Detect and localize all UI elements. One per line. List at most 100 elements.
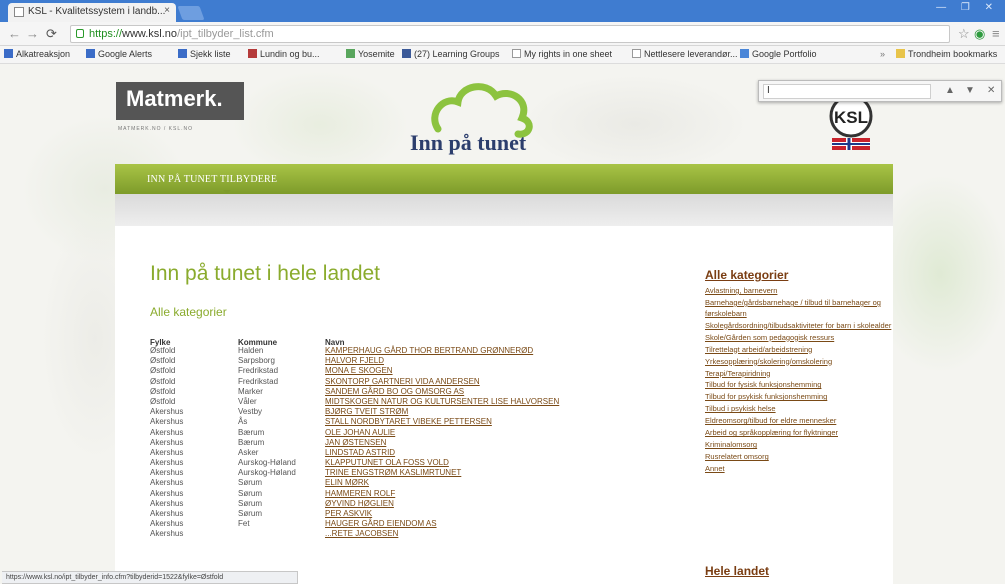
bookmark-item[interactable]: Google Portfolio	[740, 49, 817, 59]
bookmark-item[interactable]: Yosemite	[346, 49, 395, 59]
bookmark-item[interactable]: Google Alerts	[86, 49, 152, 59]
sidebar-title-region[interactable]: Hele landet	[705, 564, 769, 578]
bookmark-icon	[86, 49, 95, 58]
page-icon	[512, 49, 521, 58]
provider-link[interactable]: BJØRG TVEIT STRØM	[325, 407, 408, 417]
provider-link[interactable]: ØYVIND HØGLIEN	[325, 499, 394, 509]
cell-kommune: Sørum	[238, 478, 262, 488]
bookmark-item[interactable]: Sjekk liste	[178, 49, 231, 59]
cell-kommune: Vestby	[238, 407, 263, 417]
table-row: Akershus Sørum HAMMEREN ROLF	[150, 489, 630, 499]
bookmark-item[interactable]: Nettlesere leverandør...	[632, 49, 738, 59]
sidebar-category-link[interactable]: Skole/Gården som pedagogisk ressurs	[705, 333, 895, 344]
table-row: Akershus Bærum OLE JOHAN AULIE	[150, 428, 630, 438]
cell-kommune: Våler	[238, 396, 257, 406]
cell-fylke: Akershus	[150, 447, 184, 457]
main-nav: INN PÅ TUNET TILBYDERE	[115, 164, 893, 194]
find-in-page-bar: I ▲ ▼ ✕	[758, 80, 1002, 102]
browser-tab[interactable]: KSL - Kvalitetssystem i landb... ×	[8, 3, 176, 22]
sidebar-category-link[interactable]: Avlastning, barnevern	[705, 286, 895, 297]
forward-arrow-icon[interactable]: →	[26, 26, 39, 41]
provider-link[interactable]: LINDSTAD ASTRID	[325, 448, 395, 458]
url-host: www.ksl.no	[122, 28, 178, 40]
sidebar-category-link[interactable]: Arbeid og språkopplæring for flyktninger	[705, 428, 895, 439]
back-arrow-icon[interactable]: ←	[8, 26, 21, 41]
lock-icon	[76, 29, 84, 38]
cell-fylke: Østfold	[150, 346, 176, 355]
bookmark-star-icon[interactable]: ☆	[958, 26, 970, 42]
cell-fylke: Akershus	[150, 478, 184, 488]
sidebar-category-link[interactable]: Barnehage/gårdsbarnehage / tilbud til ba…	[705, 298, 895, 319]
provider-link[interactable]: SANDEM GÅRD BO OG OMSORG AS	[325, 387, 464, 397]
provider-link[interactable]: TRINE ENGSTRØM KASLIMRTUNET	[325, 468, 461, 478]
cell-kommune: Sørum	[238, 488, 262, 498]
bookmark-item[interactable]: My rights in one sheet	[512, 49, 612, 59]
bookmark-item[interactable]: Trondheim bookmarks	[896, 49, 997, 59]
provider-link[interactable]: PER ASKVIK	[325, 509, 372, 519]
browser-toolbar: ← → ⟳ https://www.ksl.no/ipt_tilbyder_li…	[0, 22, 1005, 46]
sidebar-category-link[interactable]: Yrkesopplæring/skolering/omskolering	[705, 357, 895, 368]
bookmarks-bar: Alkatreaksjon Google Alerts Sjekk liste …	[0, 46, 1005, 64]
sidebar-category-link[interactable]: Eldreomsorg/tilbud for eldre mennesker	[705, 416, 895, 427]
provider-link[interactable]: HAUGER GÅRD EIENDOM AS	[325, 519, 437, 529]
provider-link[interactable]: ...RETE JACOBSEN	[325, 529, 398, 539]
bookmarks-overflow-icon[interactable]: »	[880, 49, 885, 59]
reload-icon[interactable]: ⟳	[46, 26, 57, 42]
cell-fylke: Akershus	[150, 437, 184, 447]
sidebar-category-link[interactable]: Tilbud for psykisk funksjonshemming	[705, 392, 895, 403]
cell-kommune: Sørum	[238, 498, 262, 508]
tab-close-icon[interactable]: ×	[164, 5, 170, 16]
sidebar-category-link[interactable]: Tilrettelagt arbeid/arbeidstrening	[705, 345, 895, 356]
provider-link[interactable]: ELIN MØRK	[325, 478, 369, 488]
bookmark-item[interactable]: (27) Learning Groups	[402, 49, 500, 59]
cell-fylke: Østfold	[150, 396, 176, 406]
sidebar-category-link[interactable]: Kriminalomsorg	[705, 440, 895, 451]
table-row: Akershus Asker LINDSTAD ASTRID	[150, 448, 630, 458]
find-input[interactable]: I	[763, 84, 931, 99]
provider-link[interactable]: KAMPERHAUG GÅRD THOR BERTRAND GRØNNERØD	[325, 346, 533, 356]
matmerk-logo[interactable]: Matmerk.	[116, 82, 244, 120]
cell-fylke: Akershus	[150, 458, 184, 468]
sidebar-category-link[interactable]: Tilbud i psykisk helse	[705, 404, 895, 415]
bookmark-icon	[346, 49, 355, 58]
sidebar-category-link[interactable]: Annet	[705, 464, 895, 475]
nav-link-tilbydere[interactable]: INN PÅ TUNET TILBYDERE	[147, 174, 277, 185]
page-favicon-icon	[14, 7, 24, 17]
browser-tab-bar: KSL - Kvalitetssystem i landb... × — ❐ ✕	[0, 0, 1005, 22]
provider-link[interactable]: MIDTSKOGEN NATUR OG KULTURSENTER LISE HA…	[325, 397, 559, 407]
address-bar[interactable]: https://www.ksl.no/ipt_tilbyder_list.cfm	[70, 25, 950, 43]
menu-icon[interactable]: ≡	[992, 26, 1000, 41]
provider-link[interactable]: OLE JOHAN AULIE	[325, 428, 395, 438]
bookmark-item[interactable]: Lundin og bu...	[248, 49, 320, 59]
table-row: Akershus ...RETE JACOBSEN	[150, 529, 630, 539]
sidebar-category-link[interactable]: Terapi/Terapiridning	[705, 369, 895, 380]
cell-kommune: Fredrikstad	[238, 366, 279, 376]
table-row: Østfold Marker SANDEM GÅRD BO OG OMSORG AS	[150, 387, 630, 397]
new-tab-button[interactable]	[177, 6, 205, 20]
sidebar-category-link[interactable]: Tilbud for fysisk funksjonshemming	[705, 380, 895, 391]
sidebar-category-link[interactable]: Skolegårdsordning/tilbudsaktiviteter for…	[705, 321, 895, 332]
window-controls[interactable]: — ❐ ✕	[936, 2, 999, 13]
bookmark-item[interactable]: Alkatreaksjon	[4, 49, 70, 59]
sidebar-title[interactable]: Alle kategorier	[705, 268, 895, 282]
extension-icon[interactable]: ◉	[974, 26, 985, 42]
status-bar: https://www.ksl.no/ipt_tilbyder_info.cfm…	[2, 571, 298, 584]
table-row: Akershus Aurskog-Høland TRINE ENGSTRØM KAS…	[150, 468, 630, 478]
table-row: Østfold Sarpsborg HALVOR FJELD	[150, 356, 630, 366]
cell-kommune: Aurskog-Høland	[238, 458, 296, 468]
ksl-logo-icon[interactable]: KSL	[816, 94, 886, 154]
find-close-icon[interactable]: ✕	[987, 85, 995, 96]
provider-link[interactable]: JAN ØSTENSEN	[325, 438, 386, 448]
provider-link[interactable]: HALVOR FJELD	[325, 356, 384, 366]
sidebar-category-link[interactable]: Rusrelatert omsorg	[705, 452, 895, 463]
provider-link[interactable]: STALL NORDBYTARET VIBEKE PETTERSEN	[325, 417, 492, 427]
provider-link[interactable]: HAMMEREN ROLF	[325, 489, 395, 499]
cell-fylke: Akershus	[150, 468, 184, 478]
provider-link[interactable]: MONA E SKOGEN	[325, 366, 393, 376]
bookmark-icon	[740, 49, 749, 58]
provider-link[interactable]: KLAPPUTUNET OLA FOSS VOLD	[325, 458, 449, 468]
ksl-label: KSL	[834, 108, 868, 127]
find-next-icon[interactable]: ▼	[965, 85, 975, 96]
provider-link[interactable]: SKONTORP GARTNERI VIDA ANDERSEN	[325, 377, 480, 387]
find-previous-icon[interactable]: ▲	[945, 85, 955, 96]
